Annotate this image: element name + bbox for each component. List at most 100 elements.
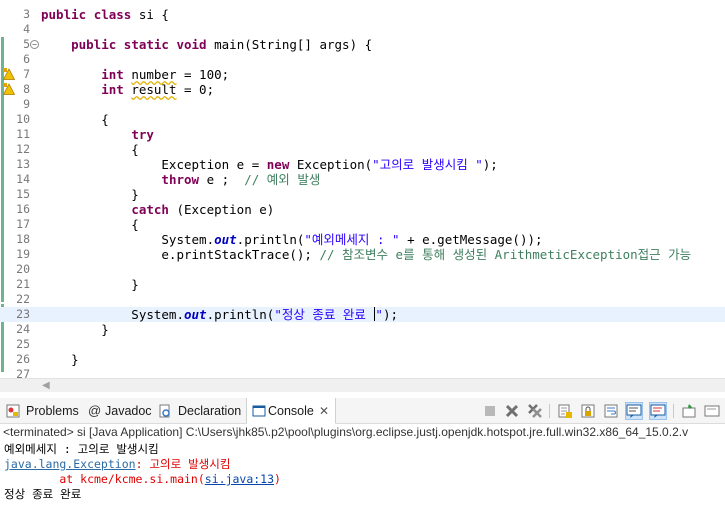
code-token: + e.getMessage());	[399, 232, 543, 247]
code-line[interactable]: 13 Exception e = new Exception("고의로 발생시킴…	[0, 157, 725, 172]
code-token: throw	[161, 172, 200, 187]
code-line[interactable]: 27	[0, 367, 725, 378]
line-number: 27	[16, 367, 30, 378]
code-token: System.	[41, 307, 184, 322]
line-number: 13	[16, 157, 30, 171]
scroll-lock-icon[interactable]	[580, 403, 596, 419]
console-view: Problems @ Javadoc Declaration Console ✕	[0, 392, 725, 515]
line-number: 12	[16, 142, 30, 156]
stacktrace-suffix: )	[274, 472, 281, 486]
code-token: .println(	[206, 307, 275, 322]
code-text: int number = 100;	[41, 67, 229, 82]
code-line[interactable]: 17 {	[0, 217, 725, 232]
code-line[interactable]: 3 public class si {	[0, 7, 725, 22]
code-line[interactable]: 23 System.out.println("정상 종료 완료 ");	[0, 307, 725, 322]
code-token: }	[41, 187, 139, 202]
code-line[interactable]: 6	[0, 52, 725, 67]
show-console-on-stdout-icon[interactable]	[625, 402, 643, 420]
remove-all-terminated-icon[interactable]	[527, 403, 543, 419]
code-line[interactable]: 12 {	[0, 142, 725, 157]
code-text: try	[41, 127, 154, 142]
line-number: 23	[16, 307, 30, 321]
clear-console-icon[interactable]	[557, 403, 573, 419]
exception-message: : 고의로 발생시킴	[135, 457, 231, 471]
code-token: // 참조변수 e를 통해 생성된 ArithmeticException접근 …	[319, 247, 692, 262]
code-token: new	[266, 157, 290, 172]
exception-class-link[interactable]: java.lang.Exception	[4, 457, 136, 471]
code-line[interactable]: 20	[0, 262, 725, 277]
code-line[interactable]: 14 throw e ; // 예외 발생	[0, 172, 725, 187]
show-console-on-stderr-icon[interactable]	[649, 402, 667, 420]
toolbar-separator	[549, 404, 550, 418]
code-token: {	[41, 142, 139, 157]
code-line[interactable]: 26 }	[0, 352, 725, 367]
line-number: 20	[16, 262, 30, 276]
code-token: e.printStackTrace();	[41, 247, 320, 262]
display-selected-console-icon[interactable]	[704, 403, 720, 419]
code-line[interactable]: 4	[0, 22, 725, 37]
pin-console-icon[interactable]	[681, 403, 697, 419]
terminate-icon[interactable]	[482, 403, 498, 419]
code-line[interactable]: 10 {	[0, 112, 725, 127]
code-line[interactable]: 11 try	[0, 127, 725, 142]
code-token: void	[176, 37, 207, 52]
code-token: }	[41, 352, 79, 367]
tab-javadoc[interactable]: @ Javadoc	[88, 398, 152, 424]
console-icon	[252, 405, 266, 417]
line-number: 4	[23, 22, 30, 36]
code-token: "고의로 발생시킴 "	[372, 157, 483, 172]
code-line[interactable]: 15 }	[0, 187, 725, 202]
code-text: }	[41, 187, 139, 202]
declaration-icon	[159, 404, 170, 418]
code-token: }	[41, 277, 139, 292]
code-text: }	[41, 322, 109, 337]
warning-icon[interactable]	[3, 83, 15, 96]
javadoc-icon: @	[88, 403, 102, 418]
code-text: }	[41, 277, 139, 292]
code-text: public static void main(String[] args) {	[41, 37, 372, 52]
code-token: );	[482, 157, 498, 172]
line-number: 10	[16, 112, 30, 126]
tab-problems[interactable]: Problems	[6, 398, 80, 424]
code-line[interactable]: 22	[0, 292, 725, 307]
code-token: e ;	[199, 172, 245, 187]
code-text: e.printStackTrace(); // 참조변수 e를 통해 생성된 A…	[41, 247, 691, 262]
code-token: );	[382, 307, 399, 322]
console-output-line: 예외메세지 : 고의로 발생시킴	[4, 442, 159, 456]
code-text: throw e ; // 예외 발생	[41, 172, 320, 187]
word-wrap-icon[interactable]	[603, 403, 619, 419]
warning-icon[interactable]	[3, 68, 15, 81]
editor-horizontal-scrollbar[interactable]: ◀	[0, 378, 725, 392]
code-editor[interactable]: 3 public class si {4 5 public static void …	[0, 0, 725, 378]
view-tab-bar: Problems @ Javadoc Declaration Console ✕	[0, 398, 725, 424]
code-text: System.out.println("예외메세지 : " + e.getMes…	[41, 232, 543, 247]
code-line[interactable]: 21 }	[0, 277, 725, 292]
line-number: 25	[16, 337, 30, 351]
tab-problems-label: Problems	[26, 404, 79, 418]
code-line[interactable]: 18 System.out.println("예외메세지 : " + e.get…	[0, 232, 725, 247]
code-line[interactable]: 7 int number = 100;	[0, 67, 725, 82]
tab-declaration[interactable]: Declaration	[158, 398, 241, 424]
code-line[interactable]: 24 }	[0, 322, 725, 337]
code-line[interactable]: 19 e.printStackTrace(); // 참조변수 e를 통해 생성…	[0, 247, 725, 262]
code-token: public	[41, 7, 87, 22]
code-line[interactable]: 25	[0, 337, 725, 352]
scroll-left-arrow-icon[interactable]: ◀	[42, 379, 50, 393]
code-line[interactable]: 5 public static void main(String[] args)…	[0, 37, 725, 52]
remove-launch-icon[interactable]	[504, 403, 520, 419]
code-token: Exception(	[289, 157, 373, 172]
code-line[interactable]: 9	[0, 97, 725, 112]
code-line[interactable]: 8 int result = 0;	[0, 82, 725, 97]
code-token: "	[375, 307, 383, 322]
code-token: "정상 종료 완료	[274, 307, 374, 322]
stacktrace-source-link[interactable]: si.java:13	[205, 472, 274, 486]
close-icon[interactable]: ✕	[319, 398, 329, 424]
fold-collapse-icon[interactable]: −	[30, 40, 39, 49]
code-token: // 예외 발생	[244, 172, 321, 187]
code-token: System.	[41, 232, 215, 247]
code-line[interactable]: 16 catch (Exception e)	[0, 202, 725, 217]
tab-console[interactable]: Console ✕	[246, 398, 336, 424]
